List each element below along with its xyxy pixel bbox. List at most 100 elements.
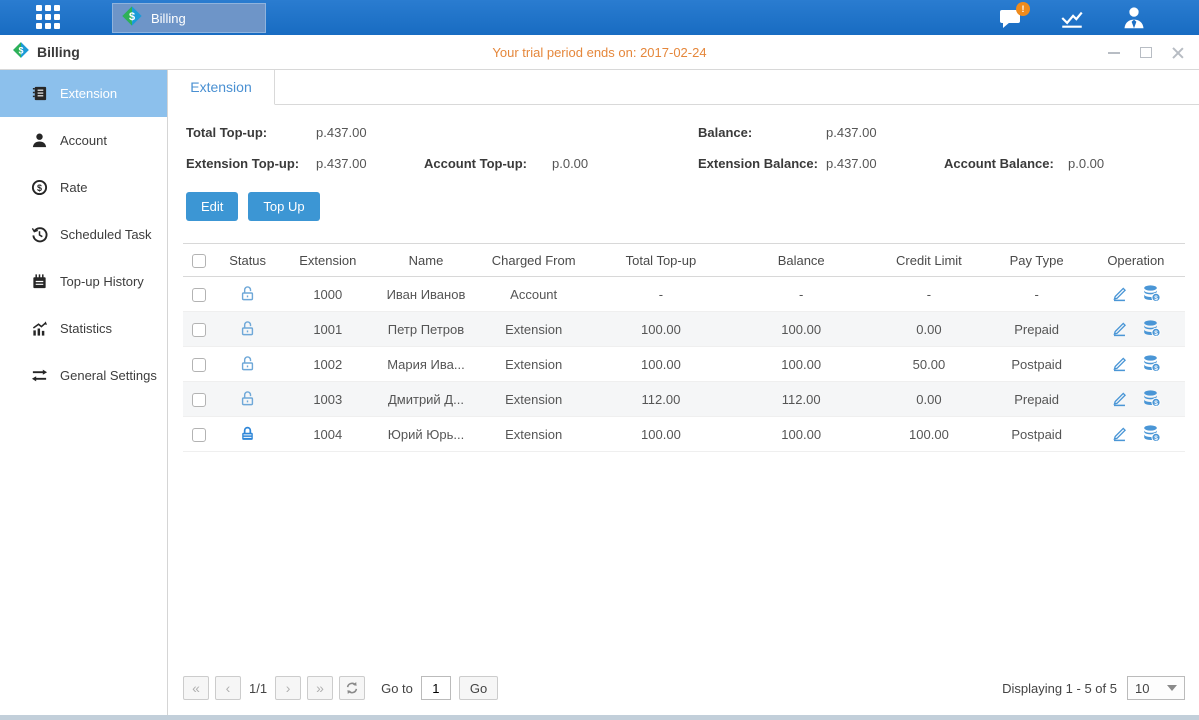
taskbar-tab-billing[interactable]: $ Billing — [112, 3, 266, 33]
next-page-button[interactable]: › — [275, 676, 301, 700]
column-header: Total Top-up — [591, 244, 731, 277]
edit-row-icon[interactable] — [1110, 389, 1128, 410]
window-titlebar: $ Billing Your trial period ends on: 201… — [0, 35, 1199, 70]
select-all-checkbox[interactable] — [192, 254, 206, 268]
go-button[interactable]: Go — [459, 676, 498, 700]
account-topup-value: p.0.00 — [552, 156, 698, 171]
topup-row-icon[interactable]: $ — [1142, 389, 1161, 410]
cell-balance: 112.00 — [731, 382, 871, 417]
sidebar-item-general-settings[interactable]: General Settings — [0, 352, 167, 399]
rate-icon: $ — [30, 179, 48, 197]
taskbar-tab-label: Billing — [151, 11, 186, 26]
svg-text:$: $ — [1155, 330, 1159, 337]
edit-row-icon[interactable] — [1110, 424, 1128, 445]
app-grid-icon[interactable] — [36, 5, 70, 31]
scheduled-task-icon — [30, 226, 48, 244]
trial-notice: Your trial period ends on: 2017-02-24 — [0, 45, 1199, 60]
edit-button[interactable]: Edit — [186, 192, 238, 221]
svg-text:$: $ — [37, 183, 42, 193]
column-header: Operation — [1087, 244, 1185, 277]
minimize-icon[interactable] — [1107, 46, 1121, 60]
cell-total-topup: 100.00 — [591, 347, 731, 382]
billing-diamond-icon: $ — [12, 41, 30, 64]
top-up-button[interactable]: Top Up — [248, 192, 319, 221]
cell-total-topup: 112.00 — [591, 382, 731, 417]
messages-icon[interactable]: ! — [995, 4, 1025, 32]
page-size-select[interactable]: 10 — [1127, 676, 1185, 700]
row-checkbox[interactable] — [192, 288, 206, 302]
sidebar-item-statistics[interactable]: Statistics — [0, 305, 167, 352]
cell-charged-from: Account — [477, 277, 591, 312]
edit-row-icon[interactable] — [1110, 354, 1128, 375]
page-indicator: 1/1 — [249, 681, 267, 696]
sidebar-item-scheduled-task[interactable]: Scheduled Task — [0, 211, 167, 258]
maximize-icon[interactable] — [1139, 46, 1153, 60]
cell-extension: 1000 — [280, 277, 375, 312]
svg-text:$: $ — [1155, 400, 1159, 407]
cell-balance: - — [731, 277, 871, 312]
topbar: $ Billing ! — [0, 0, 1199, 35]
extension-table-body: 1000Иван ИвановAccount----$1001Петр Петр… — [183, 277, 1185, 452]
refresh-icon[interactable] — [339, 676, 365, 700]
account-balance-value: p.0.00 — [1068, 156, 1185, 171]
topup-row-icon[interactable]: $ — [1142, 319, 1161, 340]
sidebar: Extension Account $ Rate — [0, 70, 168, 715]
reports-chart-icon[interactable] — [1057, 4, 1087, 32]
sidebar-item-label: Top-up History — [60, 274, 144, 289]
unlocked-status-icon[interactable] — [239, 319, 256, 340]
tab-extension[interactable]: Extension — [168, 70, 275, 105]
last-page-button[interactable]: » — [307, 676, 333, 700]
goto-page-input[interactable] — [421, 676, 451, 700]
unlocked-status-icon[interactable] — [239, 389, 256, 410]
cell-pay-type: - — [987, 277, 1087, 312]
row-checkbox[interactable] — [192, 323, 206, 337]
sidebar-item-extension[interactable]: Extension — [0, 70, 167, 117]
row-checkbox[interactable] — [192, 428, 206, 442]
general-settings-icon — [30, 367, 48, 385]
row-checkbox[interactable] — [192, 393, 206, 407]
user-account-icon[interactable] — [1119, 4, 1149, 32]
cell-name: Петр Петров — [375, 312, 476, 347]
topup-row-icon[interactable]: $ — [1142, 284, 1161, 305]
first-page-button[interactable]: « — [183, 676, 209, 700]
svg-text:$: $ — [1155, 295, 1159, 302]
cell-balance: 100.00 — [731, 417, 871, 452]
unlocked-status-icon[interactable] — [239, 284, 256, 305]
unlocked-status-icon[interactable] — [239, 354, 256, 375]
prev-page-button[interactable]: ‹ — [215, 676, 241, 700]
cell-extension: 1003 — [280, 382, 375, 417]
sidebar-item-topup-history[interactable]: Top-up History — [0, 258, 167, 305]
notification-badge: ! — [1016, 2, 1030, 16]
cell-charged-from: Extension — [477, 347, 591, 382]
cell-total-topup: 100.00 — [591, 312, 731, 347]
close-icon[interactable] — [1171, 46, 1185, 60]
extension-topup-label: Extension Top-up: — [186, 156, 316, 171]
sidebar-item-label: Account — [60, 133, 107, 148]
table-row: 1001Петр ПетровExtension100.00100.000.00… — [183, 312, 1185, 347]
extension-balance-label: Extension Balance: — [698, 156, 826, 171]
column-header: Status — [215, 244, 280, 277]
cell-pay-type: Prepaid — [987, 312, 1087, 347]
svg-text:$: $ — [129, 11, 135, 23]
row-checkbox[interactable] — [192, 358, 206, 372]
edit-row-icon[interactable] — [1110, 284, 1128, 305]
cell-total-topup: 100.00 — [591, 417, 731, 452]
topup-row-icon[interactable]: $ — [1142, 424, 1161, 445]
page-size-value: 10 — [1135, 681, 1149, 696]
cell-pay-type: Postpaid — [987, 347, 1087, 382]
goto-label: Go to — [381, 681, 413, 696]
sidebar-item-rate[interactable]: $ Rate — [0, 164, 167, 211]
table-row: 1002Мария Ива...Extension100.00100.0050.… — [183, 347, 1185, 382]
balance-label: Balance: — [698, 125, 826, 140]
cell-name: Юрий Юрь... — [375, 417, 476, 452]
column-header: Charged From — [477, 244, 591, 277]
account-icon — [30, 132, 48, 150]
edit-row-icon[interactable] — [1110, 319, 1128, 340]
cell-charged-from: Extension — [477, 312, 591, 347]
cell-balance: 100.00 — [731, 347, 871, 382]
sidebar-item-label: Scheduled Task — [60, 227, 152, 242]
sidebar-item-account[interactable]: Account — [0, 117, 167, 164]
locked-status-icon[interactable] — [239, 424, 256, 445]
topup-row-icon[interactable]: $ — [1142, 354, 1161, 375]
table-row: 1000Иван ИвановAccount----$ — [183, 277, 1185, 312]
